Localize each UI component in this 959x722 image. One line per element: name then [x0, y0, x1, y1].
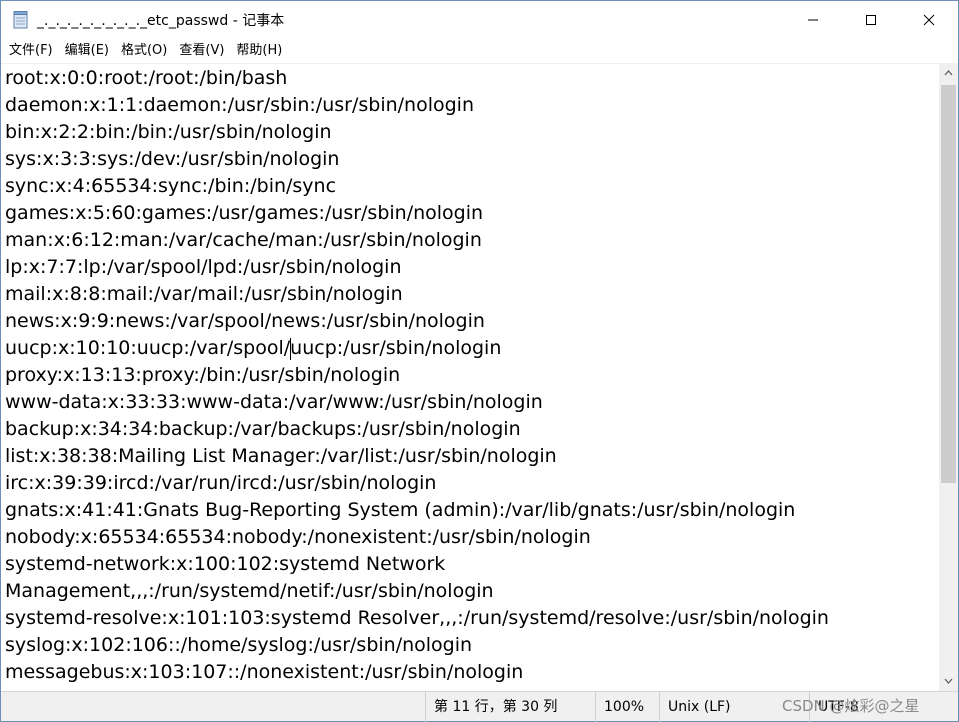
text-line: sys:x:3:3:sys:/dev:/usr/sbin/nologin — [5, 148, 340, 170]
menu-view[interactable]: 查看(V) — [173, 39, 230, 63]
text-line: irc:x:39:39:ircd:/var/run/ircd:/usr/sbin… — [5, 472, 437, 494]
maximize-icon — [866, 15, 876, 25]
text-line: mail:x:8:8:mail:/var/mail:/usr/sbin/nolo… — [5, 283, 403, 305]
text-line: backup:x:34:34:backup:/var/backups:/usr/… — [5, 418, 521, 440]
text-caret — [290, 338, 292, 360]
menu-edit[interactable]: 编辑(E) — [59, 39, 115, 63]
close-button[interactable] — [900, 1, 958, 39]
window-title: _._._._._._._._._._etc_passwd - 记事本 — [37, 13, 285, 29]
title-bar[interactable]: _._._._._._._._._._etc_passwd - 记事本 — [1, 1, 958, 39]
cursor-position: 第 11 行，第 30 列 — [425, 692, 595, 722]
zoom-level: 100% — [595, 692, 659, 722]
text-line: uucp:x:10:10:uucp:/var/spool/uucp:/usr/s… — [5, 337, 502, 359]
chevron-up-icon — [944, 70, 953, 76]
text-line: root:x:0:0:root:/root:/bin/bash — [5, 67, 288, 89]
text-line: proxy:x:13:13:proxy:/bin:/usr/sbin/nolog… — [5, 364, 401, 386]
text-line: man:x:6:12:man:/var/cache/man:/usr/sbin/… — [5, 229, 482, 251]
menu-bar: 文件(F) 编辑(E) 格式(O) 查看(V) 帮助(H) — [1, 39, 959, 63]
scrollbar-thumb[interactable] — [941, 85, 956, 483]
text-line: gnats:x:41:41:Gnats Bug-Reporting System… — [5, 499, 796, 521]
vertical-scrollbar[interactable] — [939, 63, 958, 691]
close-icon — [923, 14, 935, 26]
notepad-icon — [13, 11, 29, 29]
text-line: sync:x:4:65534:sync:/bin:/bin/sync — [5, 175, 337, 197]
text-line: www-data:x:33:33:www-data:/var/www:/usr/… — [5, 391, 543, 413]
minimize-icon — [808, 19, 818, 21]
text-line: syslog:x:102:106::/home/syslog:/usr/sbin… — [5, 634, 473, 656]
notepad-window: _._._._._._._._._._etc_passwd - 记事本 文件(F… — [0, 0, 959, 722]
text-editor[interactable]: root:x:0:0:root:/root:/bin/bash daemon:x:… — [1, 63, 939, 692]
text-line: messagebus:x:103:107::/nonexistent:/usr/… — [5, 661, 524, 683]
chevron-down-icon — [944, 678, 953, 684]
text-line: nobody:x:65534:65534:nobody:/nonexistent… — [5, 526, 591, 548]
watermark: CSDN @炫彩@之星 — [782, 697, 920, 715]
text-line: systemd-network:x:100:102:systemd Networ… — [5, 553, 446, 575]
menu-file[interactable]: 文件(F) — [3, 39, 59, 63]
text-line: games:x:5:60:games:/usr/games:/usr/sbin/… — [5, 202, 484, 224]
text-line: news:x:9:9:news:/var/spool/news:/usr/sbi… — [5, 310, 485, 332]
menu-format[interactable]: 格式(O) — [115, 39, 173, 63]
text-line: list:x:38:38:Mailing List Manager:/var/l… — [5, 445, 557, 467]
scroll-up-button[interactable] — [939, 63, 958, 83]
text-line: bin:x:2:2:bin:/bin:/usr/sbin/nologin — [5, 121, 332, 143]
text-line: lp:x:7:7:lp:/var/spool/lpd:/usr/sbin/nol… — [5, 256, 402, 278]
minimize-button[interactable] — [784, 1, 842, 39]
scroll-down-button[interactable] — [939, 671, 958, 691]
maximize-button[interactable] — [842, 1, 900, 39]
text-line: Management,,,:/run/systemd/netif:/usr/sb… — [5, 580, 494, 602]
text-line: daemon:x:1:1:daemon:/usr/sbin:/usr/sbin/… — [5, 94, 474, 116]
menu-help[interactable]: 帮助(H) — [230, 39, 288, 63]
text-line: systemd-resolve:x:101:103:systemd Resolv… — [5, 607, 829, 629]
